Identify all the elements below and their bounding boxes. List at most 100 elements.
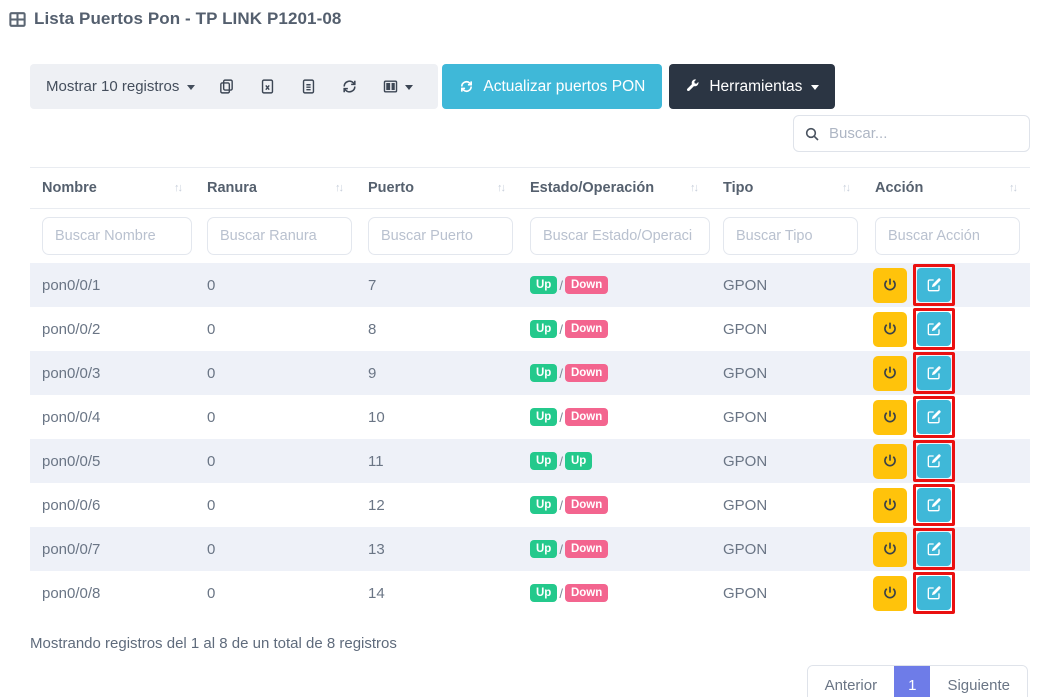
- copy-button[interactable]: [207, 72, 246, 101]
- edit-button[interactable]: [917, 576, 951, 610]
- column-header-tipo[interactable]: Tipo↑↓: [711, 168, 863, 208]
- edit-icon: [926, 453, 942, 469]
- sort-icon: ↑↓: [335, 182, 342, 194]
- pagination-previous[interactable]: Anterior: [808, 666, 895, 697]
- column-header-puerto[interactable]: Puerto↑↓: [356, 168, 518, 208]
- cell-estado: Up / Down: [518, 307, 711, 351]
- status-badge-admin: Up: [530, 276, 557, 294]
- power-icon: [882, 585, 898, 601]
- export-pdf-button[interactable]: [289, 72, 328, 101]
- status-separator: /: [559, 498, 563, 513]
- annotation-red-box: [913, 528, 955, 570]
- table-row: pon0/0/5 0 11 Up / Up GPON: [30, 439, 1030, 483]
- cell-nombre: pon0/0/6: [30, 483, 195, 527]
- cell-accion: [863, 307, 1030, 351]
- power-toggle-button[interactable]: [873, 312, 907, 347]
- excel-icon: [259, 78, 276, 95]
- cell-puerto: 12: [356, 483, 518, 527]
- annotation-red-box: [913, 396, 955, 438]
- cell-ranura: 0: [195, 483, 356, 527]
- annotation-red-box: [913, 308, 955, 350]
- power-toggle-button[interactable]: [873, 400, 907, 435]
- columns-icon: [382, 78, 399, 95]
- table-body: pon0/0/1 0 7 Up / Down GPON: [30, 263, 1030, 615]
- table-filter-row: [30, 209, 1030, 263]
- cell-ranura: 0: [195, 351, 356, 395]
- edit-icon: [926, 321, 942, 337]
- power-toggle-button[interactable]: [873, 488, 907, 523]
- column-header-accion[interactable]: Acción↑↓: [863, 168, 1030, 208]
- power-icon: [882, 541, 898, 557]
- column-header-estado[interactable]: Estado/Operación↑↓: [518, 168, 711, 208]
- page-header: Lista Puertos Pon - TP LINK P1201-08: [0, 0, 1053, 29]
- status-separator: /: [559, 366, 563, 381]
- status-badge-admin: Up: [530, 408, 557, 426]
- chevron-down-icon: [405, 85, 413, 90]
- power-toggle-button[interactable]: [873, 444, 907, 479]
- chevron-down-icon: [187, 85, 195, 90]
- edit-icon: [926, 409, 942, 425]
- filter-nombre-input[interactable]: [42, 217, 192, 255]
- cell-accion: [863, 351, 1030, 395]
- edit-button[interactable]: [917, 400, 951, 434]
- cell-ranura: 0: [195, 395, 356, 439]
- column-header-ranura[interactable]: Ranura↑↓: [195, 168, 356, 208]
- edit-button[interactable]: [917, 488, 951, 522]
- status-badge-admin: Up: [530, 584, 557, 602]
- cell-nombre: pon0/0/4: [30, 395, 195, 439]
- pagination-page-1[interactable]: 1: [894, 666, 930, 697]
- edit-button[interactable]: [917, 444, 951, 478]
- filter-tipo-input[interactable]: [723, 217, 858, 255]
- power-toggle-button[interactable]: [873, 268, 907, 303]
- cell-tipo: GPON: [711, 307, 863, 351]
- pagination: Anterior 1 Siguiente: [807, 665, 1028, 697]
- search-icon: [804, 126, 820, 142]
- status-badge-oper: Down: [565, 584, 608, 602]
- search-area: [30, 115, 1030, 152]
- cell-tipo: GPON: [711, 527, 863, 571]
- filter-accion-input[interactable]: [875, 217, 1020, 255]
- filter-estado-input[interactable]: [530, 217, 710, 255]
- power-toggle-button[interactable]: [873, 532, 907, 567]
- annotation-red-box: [913, 440, 955, 482]
- column-visibility-dropdown[interactable]: [371, 72, 424, 101]
- cell-nombre: pon0/0/5: [30, 439, 195, 483]
- page-length-dropdown[interactable]: Mostrar 10 registros: [36, 72, 205, 101]
- cell-ranura: 0: [195, 307, 356, 351]
- cell-accion: [863, 571, 1030, 615]
- power-icon: [882, 321, 898, 337]
- sort-icon: ↑↓: [174, 182, 181, 194]
- status-badge-admin: Up: [530, 540, 557, 558]
- tools-dropdown[interactable]: Herramientas: [669, 64, 835, 109]
- edit-button[interactable]: [917, 532, 951, 566]
- cell-accion: [863, 263, 1030, 307]
- status-badge-oper: Down: [565, 540, 608, 558]
- pagination-next[interactable]: Siguiente: [930, 666, 1027, 697]
- power-toggle-button[interactable]: [873, 576, 907, 611]
- update-pon-ports-button[interactable]: Actualizar puertos PON: [442, 64, 662, 109]
- edit-icon: [926, 541, 942, 557]
- annotation-red-box: [913, 352, 955, 394]
- power-toggle-button[interactable]: [873, 356, 907, 391]
- cell-accion: [863, 439, 1030, 483]
- cell-estado: Up / Down: [518, 395, 711, 439]
- edit-icon: [926, 585, 942, 601]
- edit-button[interactable]: [917, 268, 951, 302]
- edit-button[interactable]: [917, 356, 951, 390]
- column-header-nombre[interactable]: Nombre↑↓: [30, 168, 195, 208]
- filter-ranura-input[interactable]: [207, 217, 352, 255]
- edit-button[interactable]: [917, 312, 951, 346]
- cell-nombre: pon0/0/2: [30, 307, 195, 351]
- filter-puerto-input[interactable]: [368, 217, 513, 255]
- table-row: pon0/0/7 0 13 Up / Down GPON: [30, 527, 1030, 571]
- datatable-controls: Mostrar 10 registros: [30, 64, 438, 109]
- cell-puerto: 11: [356, 439, 518, 483]
- status-separator: /: [559, 322, 563, 337]
- reload-button[interactable]: [330, 72, 369, 101]
- sort-icon: ↑↓: [690, 182, 697, 194]
- export-excel-button[interactable]: [248, 72, 287, 101]
- search-input[interactable]: [829, 125, 1019, 142]
- chevron-down-icon: [811, 85, 819, 90]
- status-badge-oper: Down: [565, 364, 608, 382]
- cell-tipo: GPON: [711, 571, 863, 615]
